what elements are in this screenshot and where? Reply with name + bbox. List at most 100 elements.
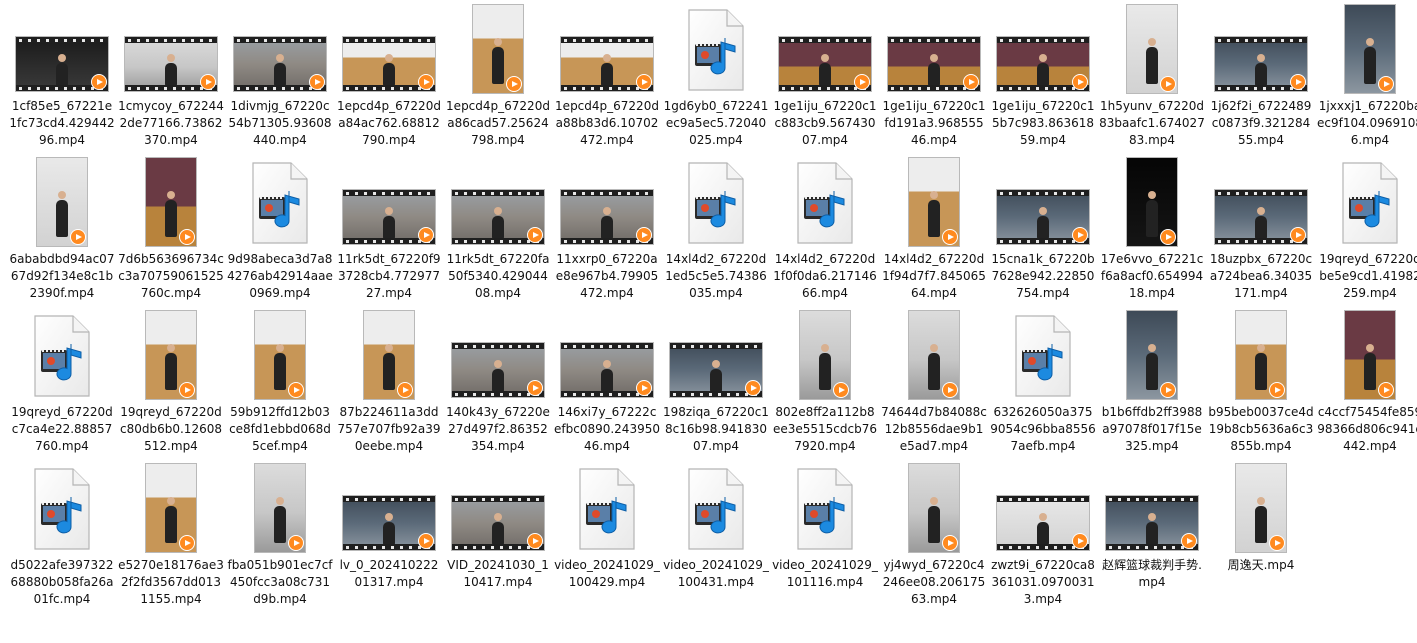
film-strip-top xyxy=(888,37,980,43)
video-thumbnail xyxy=(1105,495,1199,551)
file-thumbnail-area xyxy=(121,308,221,400)
file-name-label: 802e8ff2a112b8ee3e5515cdcb767920.mp4 xyxy=(772,405,878,453)
media-file-icon xyxy=(1339,161,1401,245)
file-item[interactable]: 19qreyd_67220dc80db6b0.12608512.mp4 xyxy=(117,308,225,455)
file-item[interactable]: video_20241029_100429.mp4 xyxy=(553,461,661,591)
file-thumbnail-area xyxy=(448,155,548,247)
file-name-label: c4ccf75454fe85998366d806c941e442.mp4 xyxy=(1317,405,1417,453)
file-item[interactable]: 140k43y_67220e27d497f2.86352354.mp4 xyxy=(444,308,552,455)
file-thumbnail-area xyxy=(1211,461,1311,553)
person-figure xyxy=(56,54,68,86)
play-badge-icon xyxy=(309,74,325,90)
file-thumbnail-area xyxy=(666,155,766,247)
person-figure xyxy=(274,344,286,391)
file-thumbnail-area xyxy=(12,155,112,247)
file-item[interactable]: 1h5yunv_67220d83baafc1.67402783.mp4 xyxy=(1098,2,1206,149)
file-name-label: lv_0_20241022201317.mp4 xyxy=(339,558,439,589)
file-item[interactable]: 1epcd4p_67220da88b83d6.10702472.mp4 xyxy=(553,2,661,149)
play-badge-icon xyxy=(1378,76,1394,92)
play-badge-icon xyxy=(1160,76,1176,92)
file-item[interactable]: 1j62f2i_6722489c0873f9.32128455.mp4 xyxy=(1207,2,1315,149)
film-strip-top xyxy=(997,190,1089,196)
file-name-label: fba051b901ec7cf450fcc3a08c731d9b.mp4 xyxy=(227,558,333,606)
file-item[interactable]: 59b912ffd12b03ce8fd1ebbd068d5cef.mp4 xyxy=(226,308,334,455)
file-item[interactable]: 14xl4d2_67220d1ed5c5e5.74386035.mp4 xyxy=(662,155,770,302)
file-item[interactable]: 18uzpbx_67220ca724bea6.34035171.mp4 xyxy=(1207,155,1315,302)
file-item[interactable]: video_20241029_100431.mp4 xyxy=(662,461,770,591)
file-item[interactable]: 14xl4d2_67220d1f0f0da6.21714666.mp4 xyxy=(771,155,879,302)
file-item[interactable]: 632626050a3759054c96bba85567aefb.mp4 xyxy=(989,308,1097,455)
file-item[interactable]: 87b224611a3dd757e707fb92a390eebe.mp4 xyxy=(335,308,443,455)
file-item[interactable]: 19qreyd_67220dc7ca4e22.88857760.mp4 xyxy=(8,308,116,455)
file-thumbnail-area xyxy=(666,461,766,553)
file-item[interactable]: 1cf85e5_67221e1fc73cd4.42944296.mp4 xyxy=(8,2,116,149)
file-item[interactable]: 146xi7y_67222cefbc0890.24395046.mp4 xyxy=(553,308,661,455)
media-file-icon xyxy=(685,8,747,92)
file-thumbnail-area xyxy=(448,2,548,94)
file-item[interactable]: zwzt9i_67220ca8361031.09700313.mp4 xyxy=(989,461,1097,608)
file-thumbnail-area xyxy=(339,308,439,400)
file-item[interactable]: 1ge1iju_67220c15b7c983.86361859.mp4 xyxy=(989,2,1097,149)
person-figure xyxy=(383,513,395,545)
file-item[interactable]: c4ccf75454fe85998366d806c941e442.mp4 xyxy=(1316,308,1417,455)
play-badge-icon xyxy=(833,382,849,398)
file-name-label: 14xl4d2_67220d1f0f0da6.21714666.mp4 xyxy=(773,252,877,300)
play-badge-icon xyxy=(636,380,652,396)
file-item[interactable]: 11rk5dt_67220fa50f5340.42904408.mp4 xyxy=(444,155,552,302)
file-name-label: 59b912ffd12b03ce8fd1ebbd068d5cef.mp4 xyxy=(229,405,331,453)
file-item[interactable]: lv_0_20241022201317.mp4 xyxy=(335,461,443,591)
file-item[interactable]: d5022afe39732268880b058fa26a01fc.mp4 xyxy=(8,461,116,608)
media-file-icon xyxy=(31,467,93,551)
file-thumbnail-area xyxy=(557,2,657,94)
file-item[interactable]: video_20241029_101116.mp4 xyxy=(771,461,879,591)
file-item[interactable]: yj4wyd_67220c4246ee08.20617563.mp4 xyxy=(880,461,988,608)
file-name-label: 11xxrp0_67220ae8e967b4.79905472.mp4 xyxy=(555,252,659,300)
video-thumbnail xyxy=(233,36,327,92)
file-name-label: 1j62f2i_6722489c0873f9.32128455.mp4 xyxy=(1210,99,1312,147)
file-name-label: 17e6vvo_67221cf6a8acf0.65499418.mp4 xyxy=(1100,252,1204,300)
video-thumbnail xyxy=(908,157,960,247)
video-thumbnail xyxy=(908,310,960,400)
file-item[interactable]: 74644d7b84088c12b8556dae9b1e5ad7.mp4 xyxy=(880,308,988,455)
file-name-label: zwzt9i_67220ca8361031.09700313.mp4 xyxy=(991,558,1095,606)
file-item[interactable]: 1divmjg_67220c54b71305.93608440.mp4 xyxy=(226,2,334,149)
file-item[interactable]: 14xl4d2_67220d1f94d7f7.84506564.mp4 xyxy=(880,155,988,302)
file-thumbnail-area xyxy=(1320,2,1417,94)
file-item[interactable]: 1epcd4p_67220da84ac762.68812790.mp4 xyxy=(335,2,443,149)
file-item[interactable]: 198ziqa_67220c18c16b98.94183007.mp4 xyxy=(662,308,770,455)
file-item[interactable]: fba051b901ec7cf450fcc3a08c731d9b.mp4 xyxy=(226,461,334,608)
file-thumbnail-area xyxy=(884,461,984,553)
file-item[interactable]: 1epcd4p_67220da86cad57.25624798.mp4 xyxy=(444,2,552,149)
file-item[interactable]: 赵辉篮球裁判手势.mp4 xyxy=(1098,461,1206,591)
file-item[interactable]: 6ababdbd94ac0767d92f134e8c1b2390f.mp4 xyxy=(8,155,116,302)
play-badge-icon xyxy=(942,535,958,551)
file-item[interactable]: 9d98abeca3d7a84276ab42914aae0969.mp4 xyxy=(226,155,334,302)
file-item[interactable]: 15cna1k_67220b7628e942.22850754.mp4 xyxy=(989,155,1097,302)
file-item[interactable]: 7d6b563696734cc3a70759061525760c.mp4 xyxy=(117,155,225,302)
file-item[interactable]: 11rk5dt_67220f93728cb4.77297727.mp4 xyxy=(335,155,443,302)
video-thumbnail xyxy=(145,157,197,247)
file-item[interactable]: 1gd6yb0_672241ec9a5ec5.72040025.mp4 xyxy=(662,2,770,149)
video-thumbnail xyxy=(472,4,524,94)
media-file-icon-graphic xyxy=(1015,315,1071,397)
file-item[interactable]: b95beb0037ce4d19b8cb5636a6c3855b.mp4 xyxy=(1207,308,1315,455)
person-figure xyxy=(928,191,940,238)
file-item[interactable]: 19qreyd_67220dbe5e9cd1.41982259.mp4 xyxy=(1316,155,1417,302)
file-item[interactable]: 17e6vvo_67221cf6a8acf0.65499418.mp4 xyxy=(1098,155,1206,302)
file-name-label: VID_20241030_110417.mp4 xyxy=(447,558,549,589)
person-figure xyxy=(1364,38,1376,85)
file-item[interactable]: b1b6ffdb2ff3988a97078f017f15e325.mp4 xyxy=(1098,308,1206,455)
file-thumbnail-area xyxy=(12,2,112,94)
file-item[interactable]: 1ge1iju_67220c1fd191a3.96855546.mp4 xyxy=(880,2,988,149)
file-name-label: 1cf85e5_67221e1fc73cd4.42944296.mp4 xyxy=(9,99,115,147)
file-item[interactable]: 1ge1iju_67220c1c883cb9.56743007.mp4 xyxy=(771,2,879,149)
file-thumbnail-area xyxy=(121,155,221,247)
file-item[interactable]: 11xxrp0_67220ae8e967b4.79905472.mp4 xyxy=(553,155,661,302)
file-item[interactable]: 1jxxxj1_67220baec9f104.09691086.mp4 xyxy=(1316,2,1417,149)
file-item[interactable]: 1cmycoy_6722442de77166.73862370.mp4 xyxy=(117,2,225,149)
file-item[interactable]: VID_20241030_110417.mp4 xyxy=(444,461,552,591)
file-item[interactable]: 802e8ff2a112b8ee3e5515cdcb767920.mp4 xyxy=(771,308,879,455)
file-item[interactable]: e5270e18176ae32f2fd3567dd0131155.mp4 xyxy=(117,461,225,608)
person-figure xyxy=(165,344,177,391)
file-item[interactable]: 周逸天.mp4 xyxy=(1207,461,1315,574)
